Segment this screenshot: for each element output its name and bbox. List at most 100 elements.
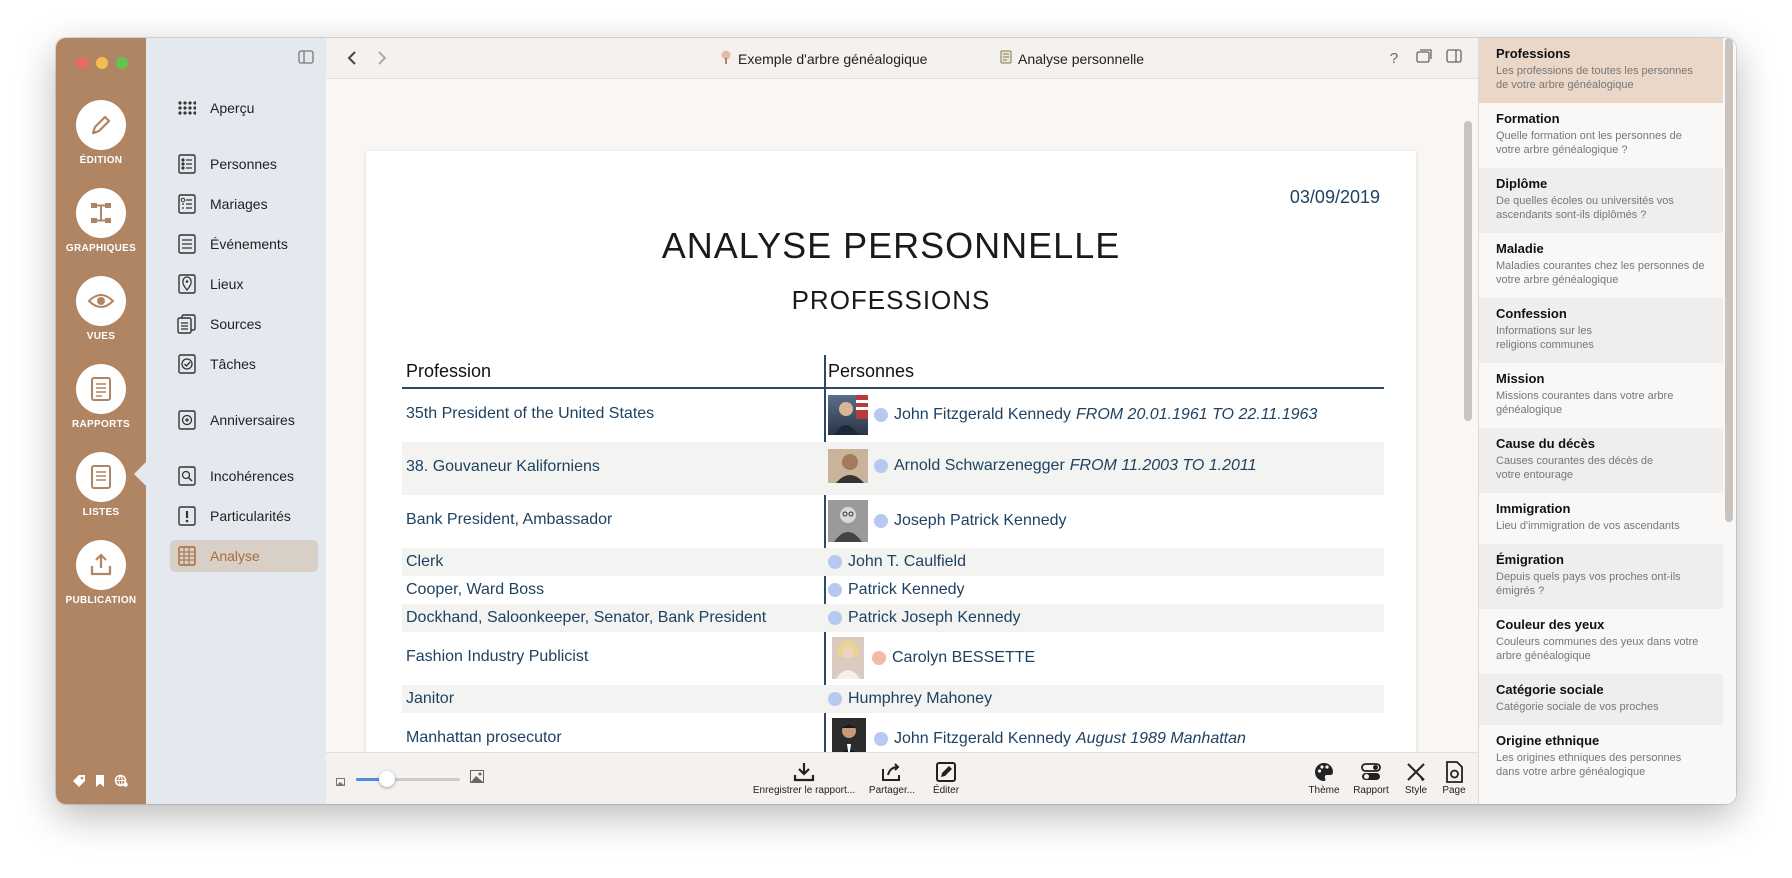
mode-rail: ÉDITION GRAPHIQUES VUES RAPPORTS LISTES [56, 38, 146, 804]
edit-icon [924, 759, 968, 785]
analysis-item-immigration[interactable]: Immigration Lieu d'immigration de vos as… [1479, 493, 1723, 544]
analysis-item-categorie-sociale[interactable]: Catégorie sociale Catégorie sociale de v… [1479, 674, 1723, 725]
sidebar-item-label: Aperçu [210, 100, 255, 116]
analysis-item-cause-deces[interactable]: Cause du décès Causes courantes des décè… [1479, 428, 1723, 493]
marriages-list-icon [176, 193, 198, 215]
app-window: ÉDITION GRAPHIQUES VUES RAPPORTS LISTES [56, 38, 1736, 804]
tag-icon[interactable] [72, 774, 86, 793]
zoom-slider[interactable] [356, 771, 460, 787]
sidebar-item-mariages[interactable]: Mariages [170, 188, 318, 220]
rail-graphiques[interactable]: GRAPHIQUES [56, 188, 146, 254]
grid-icon [176, 97, 198, 119]
bookmark-icon[interactable] [94, 774, 106, 793]
rail-listes[interactable]: LISTES [56, 452, 146, 518]
analysis-item-emigration[interactable]: Émigration Depuis quels pays vos proches… [1479, 544, 1723, 609]
report-icon [76, 364, 126, 414]
brush-icon [1398, 759, 1434, 785]
person-cell[interactable]: Patrick Joseph Kennedy [828, 609, 1021, 627]
table-row: Cooper, Ward Boss Patrick Kennedy [402, 576, 1384, 604]
sidebar-item-label: Mariages [210, 196, 268, 212]
window-layout-button[interactable] [1414, 48, 1434, 68]
rail-rapports[interactable]: RAPPORTS [56, 364, 146, 430]
sidebar-item-particularites[interactable]: Particularités [170, 500, 318, 532]
page-settings-button[interactable]: Page [1438, 759, 1470, 796]
sidebar-item-apercu[interactable]: Aperçu [170, 92, 318, 124]
person-cell[interactable]: Arnold Schwarzenegger FROM 11.2003 TO 1.… [828, 449, 1257, 483]
zoom-slider-knob[interactable] [379, 771, 396, 787]
person-cell[interactable]: Patrick Kennedy [828, 581, 965, 599]
analysis-item-title: Maladie [1496, 241, 1544, 256]
close-window-button[interactable] [76, 57, 88, 69]
table-row: Manhattan prosecutor John Fitzgerald Ken… [402, 713, 1384, 752]
table-row: Clerk John T. Caulfield [402, 548, 1384, 576]
analysis-item-title: Mission [1496, 371, 1545, 386]
analysis-item-diplome[interactable]: Diplôme De quelles écoles ou universités… [1479, 168, 1723, 233]
document-icon [1000, 50, 1012, 67]
globe-search-icon[interactable] [114, 774, 129, 793]
analysis-item-title: Confession [1496, 306, 1567, 321]
sidebar-item-evenements[interactable]: Événements [170, 228, 318, 260]
breadcrumb-report-label: Analyse personnelle [1018, 50, 1145, 67]
person-photo [828, 395, 868, 435]
analysis-item-origine-ethnique[interactable]: Origine ethnique Les origines ethniques … [1479, 725, 1723, 790]
rail-vues[interactable]: VUES [56, 276, 146, 342]
table-row: Fashion Industry Publicist Carolyn BESSE… [402, 632, 1384, 685]
forward-button[interactable] [372, 48, 392, 68]
edit-button[interactable]: Éditer [924, 759, 968, 796]
person-cell[interactable]: Carolyn BESSETTE [828, 637, 1035, 679]
analysis-item-desc: Couleurs communes des yeux dans votre ar… [1496, 636, 1699, 662]
analysis-item-maladie[interactable]: Maladie Maladies courantes chez les pers… [1479, 233, 1723, 298]
sidebar-item-incoherences[interactable]: Incohérences [170, 460, 318, 492]
breadcrumb-report[interactable]: Analyse personnelle [1000, 50, 1144, 67]
tool-label: Éditer [932, 785, 960, 796]
preview-scrollbar[interactable] [1464, 121, 1472, 421]
save-report-button[interactable]: Enregistrer le rapport... [744, 759, 864, 796]
analysis-item-mission[interactable]: Mission Missions courantes dans votre ar… [1479, 363, 1723, 428]
person-cell[interactable]: John Fitzgerald Kennedy FROM 20.01.1961 … [828, 395, 1317, 435]
table-header: Profession Personnes [402, 355, 1384, 389]
sidebar-item-lieux[interactable]: Lieux [170, 268, 318, 300]
rail-label: GRAPHIQUES [65, 243, 137, 254]
inconsistency-search-icon [176, 465, 198, 487]
rail-publication[interactable]: PUBLICATION [56, 540, 146, 606]
person-cell[interactable]: Joseph Patrick Kennedy [828, 500, 1067, 542]
analysis-item-couleur-yeux[interactable]: Couleur des yeux Couleurs communes des y… [1479, 609, 1723, 674]
share-button[interactable]: Partager... [860, 759, 924, 796]
tasks-check-icon [176, 353, 198, 375]
inspector-toggle-button[interactable] [1444, 48, 1464, 68]
tool-label: Page [1442, 785, 1466, 796]
person-cell[interactable]: John T. Caulfield [828, 553, 966, 571]
person-cell[interactable]: John Fitzgerald Kennedy August 1989 Manh… [828, 718, 1246, 752]
zoom-window-button[interactable] [116, 57, 128, 69]
sidebar-item-personnes[interactable]: Personnes [170, 148, 318, 180]
report-preview[interactable]: 03/09/2019 ANALYSE PERSONNELLE PROFESSIO… [326, 79, 1478, 752]
sidebar-item-label: Personnes [210, 156, 277, 172]
sidebar-item-anniversaires[interactable]: Anniversaires [170, 404, 318, 436]
style-button[interactable]: Style [1398, 759, 1434, 796]
back-button[interactable] [342, 48, 362, 68]
persons-list-icon [176, 153, 198, 175]
help-button[interactable]: ? [1384, 48, 1404, 68]
person-detail: August 1989 Manhattan [1076, 730, 1246, 747]
report-settings-button[interactable]: Rapport [1348, 759, 1394, 796]
rail-edition[interactable]: ÉDITION [56, 100, 146, 166]
analysis-item-confession[interactable]: Confession Informations sur les religion… [1479, 298, 1723, 363]
breadcrumb-tree[interactable]: Exemple d'arbre généalogique [720, 50, 927, 67]
sidebar-toggle-icon[interactable] [298, 50, 314, 69]
profession-cell: Janitor [406, 690, 455, 707]
sidebar-item-analyse[interactable]: Analyse [170, 540, 318, 572]
sidebar-item-taches[interactable]: Tâches [170, 348, 318, 380]
theme-button[interactable]: Thème [1304, 759, 1344, 796]
person-cell[interactable]: Humphrey Mahoney [828, 690, 992, 708]
analysis-item-title: Couleur des yeux [1496, 617, 1605, 632]
analysis-item-professions[interactable]: Professions Les professions de toutes le… [1479, 38, 1723, 103]
person-name: Arnold Schwarzenegger [894, 457, 1065, 474]
minimize-window-button[interactable] [96, 57, 108, 69]
panel-scrollbar[interactable] [1725, 38, 1733, 522]
table-row: Janitor Humphrey Mahoney [402, 685, 1384, 713]
sidebar-item-sources[interactable]: Sources [170, 308, 318, 340]
analysis-item-desc: Catégorie sociale de vos proches [1496, 701, 1659, 713]
analysis-item-formation[interactable]: Formation Quelle formation ont les perso… [1479, 103, 1723, 168]
rail-label: ÉDITION [79, 155, 123, 166]
person-detail: FROM 20.01.1961 TO 22.11.1963 [1076, 406, 1318, 423]
